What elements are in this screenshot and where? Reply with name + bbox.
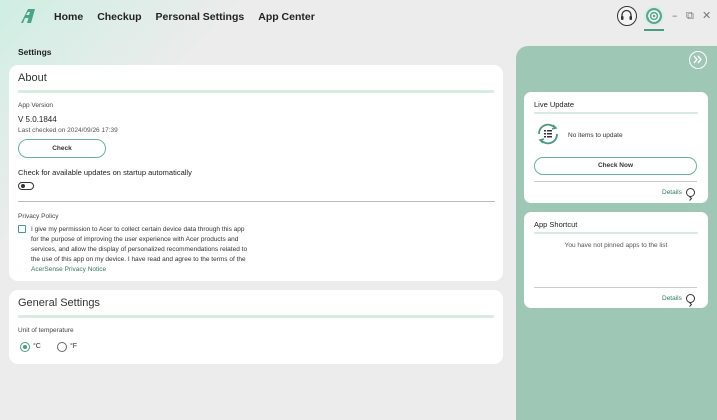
privacy-line-2: for the purpose of improving the user ex… <box>31 236 239 243</box>
about-card: About App Version V 5.0.1844 Last checke… <box>9 65 503 281</box>
unit-celsius-label: °C <box>33 343 41 350</box>
unit-fahrenheit-label: °F <box>70 343 78 350</box>
privacy-notice-link[interactable]: AcerSense Privacy Notice <box>31 265 271 275</box>
nav-app-center[interactable]: App Center <box>258 11 315 23</box>
app-shortcut-title: App Shortcut <box>534 220 578 229</box>
minimize-icon[interactable]: – <box>672 9 678 22</box>
privacy-consent-checkbox[interactable] <box>18 225 26 233</box>
privacy-line-1: I give my permission to Acer to collect … <box>31 226 245 233</box>
check-now-button[interactable]: Check Now <box>534 157 697 175</box>
main-nav: Home Checkup Personal Settings App Cente… <box>54 11 329 23</box>
active-tab-indicator <box>644 29 664 31</box>
auto-update-toggle[interactable] <box>18 182 34 190</box>
nav-personal-settings[interactable]: Personal Settings <box>156 11 245 23</box>
top-bar: Home Checkup Personal Settings App Cente… <box>0 0 717 34</box>
live-update-status: No items to update <box>568 132 623 139</box>
about-title-rule <box>18 90 494 93</box>
privacy-text: I give my permission to Acer to collect … <box>31 225 271 275</box>
collapse-icon[interactable] <box>689 51 707 69</box>
chevron-right-icon[interactable] <box>686 294 695 307</box>
general-title-rule <box>18 315 494 318</box>
app-shortcut-rule <box>534 232 698 234</box>
about-title: About <box>18 72 47 84</box>
live-update-card: Live Update No items to update Check Now… <box>524 92 708 203</box>
live-update-details-link[interactable]: Details <box>662 189 682 196</box>
check-button[interactable]: Check <box>18 139 106 158</box>
chevron-right-icon[interactable] <box>686 188 695 201</box>
app-shortcut-divider <box>534 287 697 288</box>
last-checked-text: Last checked on 2024/09/26 17:39 <box>18 127 118 134</box>
privacy-line-3: services, and allow the display of perso… <box>31 246 248 253</box>
restore-icon[interactable]: ⧉ <box>686 9 694 23</box>
general-settings-card: General Settings Unit of temperature °C … <box>9 290 503 364</box>
app-shortcut-details-link[interactable]: Details <box>662 295 682 302</box>
live-update-divider <box>534 181 697 182</box>
privacy-line-4: the use of this app on my device. I have… <box>31 256 246 263</box>
settings-icon[interactable] <box>644 6 664 26</box>
privacy-policy-title: Privacy Policy <box>18 213 59 220</box>
app-shortcut-empty-text: You have not pinned apps to the list <box>564 242 668 249</box>
nav-home[interactable]: Home <box>54 11 83 23</box>
headset-icon[interactable] <box>617 6 637 26</box>
auto-update-label: Check for available updates on startup a… <box>18 168 192 177</box>
nav-checkup[interactable]: Checkup <box>97 11 141 23</box>
app-version-label: App Version <box>18 102 54 109</box>
acer-logo-icon[interactable] <box>18 8 38 24</box>
live-update-rule <box>534 112 698 114</box>
unit-label: Unit of temperature <box>18 327 74 334</box>
unit-celsius-radio[interactable] <box>20 342 30 352</box>
app-version-value: V 5.0.1844 <box>18 115 57 124</box>
about-divider <box>18 201 495 202</box>
app-shortcut-card: App Shortcut You have not pinned apps to… <box>524 212 708 308</box>
general-settings-title: General Settings <box>18 297 100 309</box>
unit-fahrenheit-radio[interactable] <box>57 342 67 352</box>
live-update-title: Live Update <box>534 100 575 109</box>
sync-list-icon <box>538 123 558 145</box>
close-icon[interactable]: ✕ <box>702 9 711 22</box>
page-title: Settings <box>18 47 52 57</box>
